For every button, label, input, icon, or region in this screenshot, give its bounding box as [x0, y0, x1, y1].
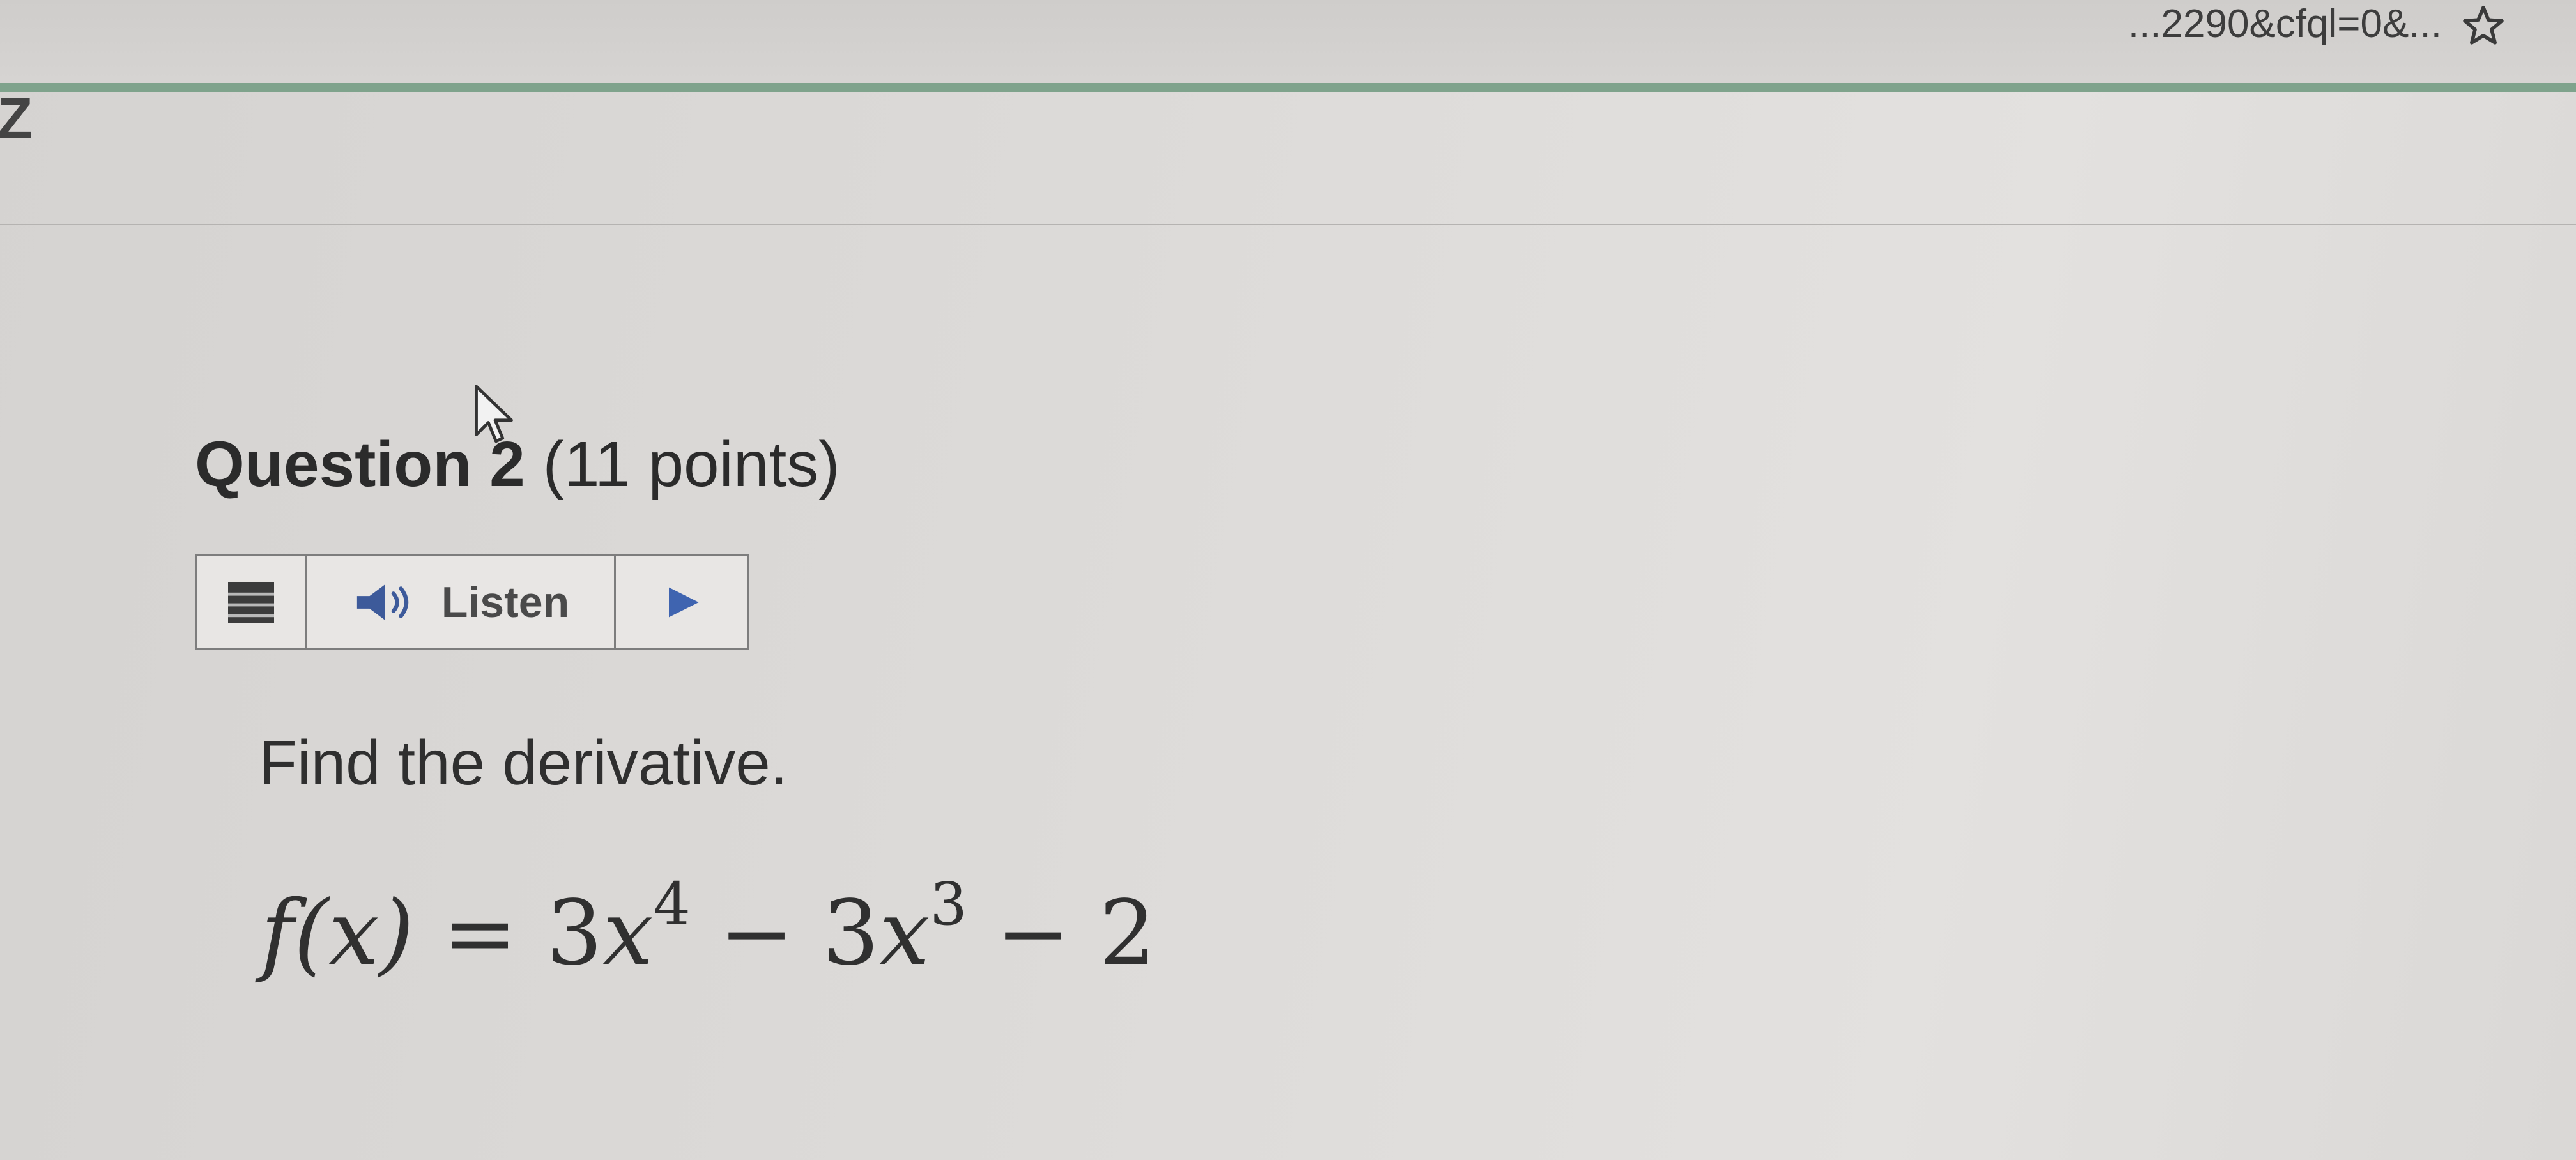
- url-text[interactable]: ...2290&cfql=0&...: [2128, 1, 2442, 47]
- term2-exponent: 3: [930, 870, 967, 938]
- term1-variable: x: [602, 881, 654, 986]
- play-button[interactable]: [616, 556, 747, 648]
- listen-toolbar: Listen: [195, 554, 749, 650]
- question-title: Question 2 (11 points): [195, 428, 840, 501]
- term1-exponent: 4: [653, 870, 691, 938]
- term2-variable: x: [879, 881, 930, 986]
- term2-coefficient: 3: [822, 881, 880, 986]
- formula-lhs: f(x): [261, 881, 415, 986]
- divider: [0, 224, 2576, 225]
- question-points: (11 points): [542, 429, 840, 500]
- listen-label: Listen: [441, 578, 570, 627]
- menu-icon: [228, 582, 274, 623]
- star-icon[interactable]: [2460, 3, 2507, 50]
- formula-minus-2: −: [995, 881, 1071, 986]
- formula-equals: =: [442, 881, 518, 986]
- side-mark: Z: [0, 87, 33, 151]
- quiz-page: ...2290&cfql=0&... Z Question 2 (11 poin…: [0, 0, 2576, 1160]
- math-formula: f(x) = 3x4 − 3x3 − 2: [261, 875, 1156, 986]
- speaker-icon: [356, 584, 409, 620]
- mouse-cursor-icon: [475, 385, 513, 443]
- term1-coefficient: 3: [546, 881, 603, 986]
- formula-constant: 2: [1099, 881, 1156, 986]
- browser-address-bar[interactable]: ...2290&cfql=0&...: [0, 0, 2576, 92]
- listen-button[interactable]: Listen: [307, 556, 616, 648]
- menu-button[interactable]: [197, 556, 307, 648]
- formula-minus-1: −: [719, 881, 794, 986]
- play-icon: [669, 587, 699, 618]
- problem-instruction: Find the derivative.: [259, 728, 788, 798]
